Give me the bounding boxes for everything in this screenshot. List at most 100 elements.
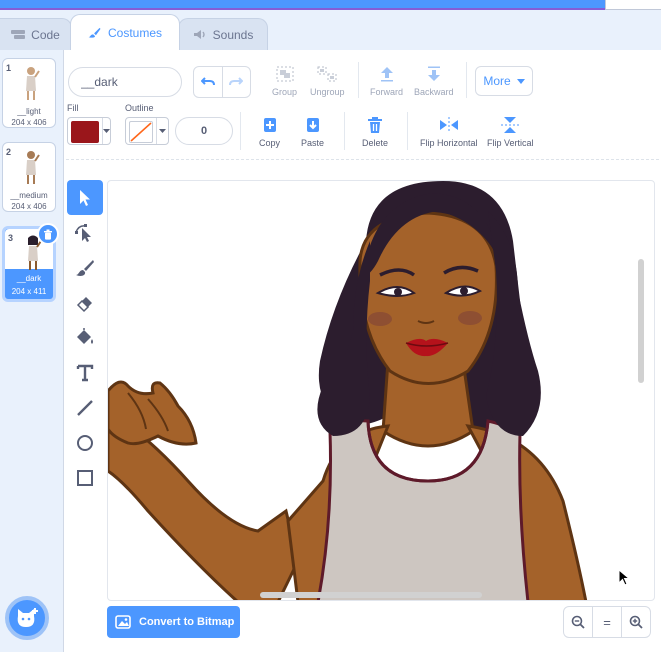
tab-sounds-label: Sounds (212, 27, 254, 42)
brush-tool[interactable] (67, 250, 103, 285)
trash-icon (368, 117, 382, 133)
costume-name: __dark (16, 274, 42, 283)
circle-tool[interactable] (67, 425, 103, 460)
tab-code[interactable]: Code (0, 18, 72, 50)
delete-label: Delete (362, 138, 389, 148)
more-label: More (483, 74, 511, 88)
delete-button[interactable]: Delete (362, 116, 388, 148)
ungroup-label: Ungroup (310, 87, 345, 97)
outline-label: Outline (125, 103, 154, 113)
vertical-scrollbar[interactable] (638, 259, 644, 383)
tab-costumes[interactable]: Costumes (70, 14, 180, 50)
text-icon (76, 364, 94, 381)
toolbar-divider (240, 112, 241, 150)
backward-button[interactable]: Backward (414, 65, 454, 97)
costume-artwork (108, 181, 588, 600)
costume-item-2[interactable]: 2 __medium 204 x 406 (2, 142, 56, 212)
redo-button[interactable] (223, 67, 251, 97)
reshape-icon (75, 223, 91, 242)
costume-size: 204 x 411 (11, 287, 47, 296)
trash-icon (44, 229, 52, 240)
forward-button[interactable]: Forward (370, 65, 403, 97)
text-tool[interactable] (67, 355, 103, 390)
flip-horizontal-label: Flip Horizontal (420, 138, 478, 148)
zoom-controls: = (563, 606, 651, 638)
reshape-tool[interactable] (67, 215, 103, 250)
costume-thumbnail (26, 151, 40, 184)
copy-button[interactable]: Copy (259, 116, 280, 148)
eraser-tool[interactable] (67, 285, 103, 320)
fill-color-picker[interactable] (67, 117, 111, 145)
caret-down-icon (516, 78, 525, 84)
delete-costume-button[interactable] (37, 223, 59, 245)
toolbar-separator (66, 159, 659, 160)
group-label: Group (272, 87, 298, 97)
paint-editor: Group Ungroup Forward Backward More Fill… (64, 50, 661, 652)
group-button[interactable]: Group (272, 65, 297, 97)
fill-label: Fill (67, 103, 79, 113)
brush-icon (76, 259, 94, 276)
outline-color-picker[interactable] (125, 117, 169, 145)
tab-sounds[interactable]: Sounds (178, 18, 268, 50)
menu-bar-box (605, 0, 661, 10)
costume-name-input[interactable] (68, 67, 182, 97)
backward-label: Backward (414, 87, 454, 97)
line-icon (77, 399, 93, 416)
ungroup-button[interactable]: Ungroup (310, 65, 345, 97)
paint-bucket-icon (77, 327, 93, 344)
costume-item-1[interactable]: 1 __light 204 x 406 (2, 58, 56, 128)
outline-color-swatch (129, 121, 153, 143)
copy-label: Copy (259, 138, 281, 148)
toolbar-divider (466, 62, 467, 98)
flip-horizontal-button[interactable]: Flip Horizontal (420, 116, 478, 148)
costume-item-3[interactable]: 3 __dark 204 x 411 (2, 223, 59, 302)
forward-label: Forward (370, 87, 404, 97)
forward-icon (380, 67, 393, 82)
copy-icon (263, 118, 276, 132)
fill-tool[interactable] (67, 320, 103, 355)
outline-width-input[interactable]: 0 (175, 117, 233, 145)
backward-icon (427, 66, 440, 81)
arrow-pointer-icon (80, 189, 90, 206)
caret-down-icon (159, 129, 166, 133)
more-button[interactable]: More (475, 66, 533, 96)
toolbar-divider (358, 62, 359, 98)
tab-code-label: Code (31, 27, 60, 42)
speaker-icon (193, 30, 205, 39)
eraser-icon (76, 296, 92, 312)
costume-size: 204 x 406 (11, 202, 47, 211)
flip-vertical-button[interactable]: Flip Vertical (487, 116, 534, 148)
choose-costume-button[interactable] (5, 596, 49, 640)
circle-icon (77, 434, 93, 451)
code-icon (11, 30, 26, 39)
zoom-out-button[interactable] (564, 607, 592, 637)
toolbar-divider (407, 112, 408, 150)
undo-button[interactable] (194, 67, 223, 97)
toolbar-divider (344, 112, 345, 150)
costume-number: 1 (6, 63, 12, 73)
paste-icon (306, 118, 319, 132)
convert-to-bitmap-label: Convert to Bitmap (139, 616, 235, 628)
redo-icon (229, 77, 244, 86)
flip-horizontal-icon (439, 117, 458, 133)
rectangle-tool[interactable] (67, 460, 103, 495)
costume-name: __medium (10, 191, 48, 200)
caret-down-icon (103, 129, 110, 133)
horizontal-scrollbar[interactable] (260, 592, 482, 598)
line-tool[interactable] (67, 390, 103, 425)
zoom-in-button[interactable] (621, 607, 650, 637)
convert-to-bitmap-button[interactable]: Convert to Bitmap (107, 606, 240, 638)
paint-canvas[interactable] (107, 180, 655, 601)
tab-costumes-label: Costumes (107, 25, 163, 40)
flip-vertical-icon (501, 117, 520, 133)
undo-redo-group (193, 66, 251, 98)
mouse-cursor-icon (618, 569, 631, 586)
costume-number: 3 (8, 233, 14, 243)
fill-color-swatch (71, 121, 99, 143)
zoom-reset-button[interactable]: = (592, 607, 621, 637)
paste-button[interactable]: Paste (301, 116, 324, 148)
undo-icon (200, 77, 215, 86)
select-tool[interactable] (67, 180, 103, 215)
costume-thumbnail (26, 67, 40, 100)
group-icon (276, 66, 293, 82)
